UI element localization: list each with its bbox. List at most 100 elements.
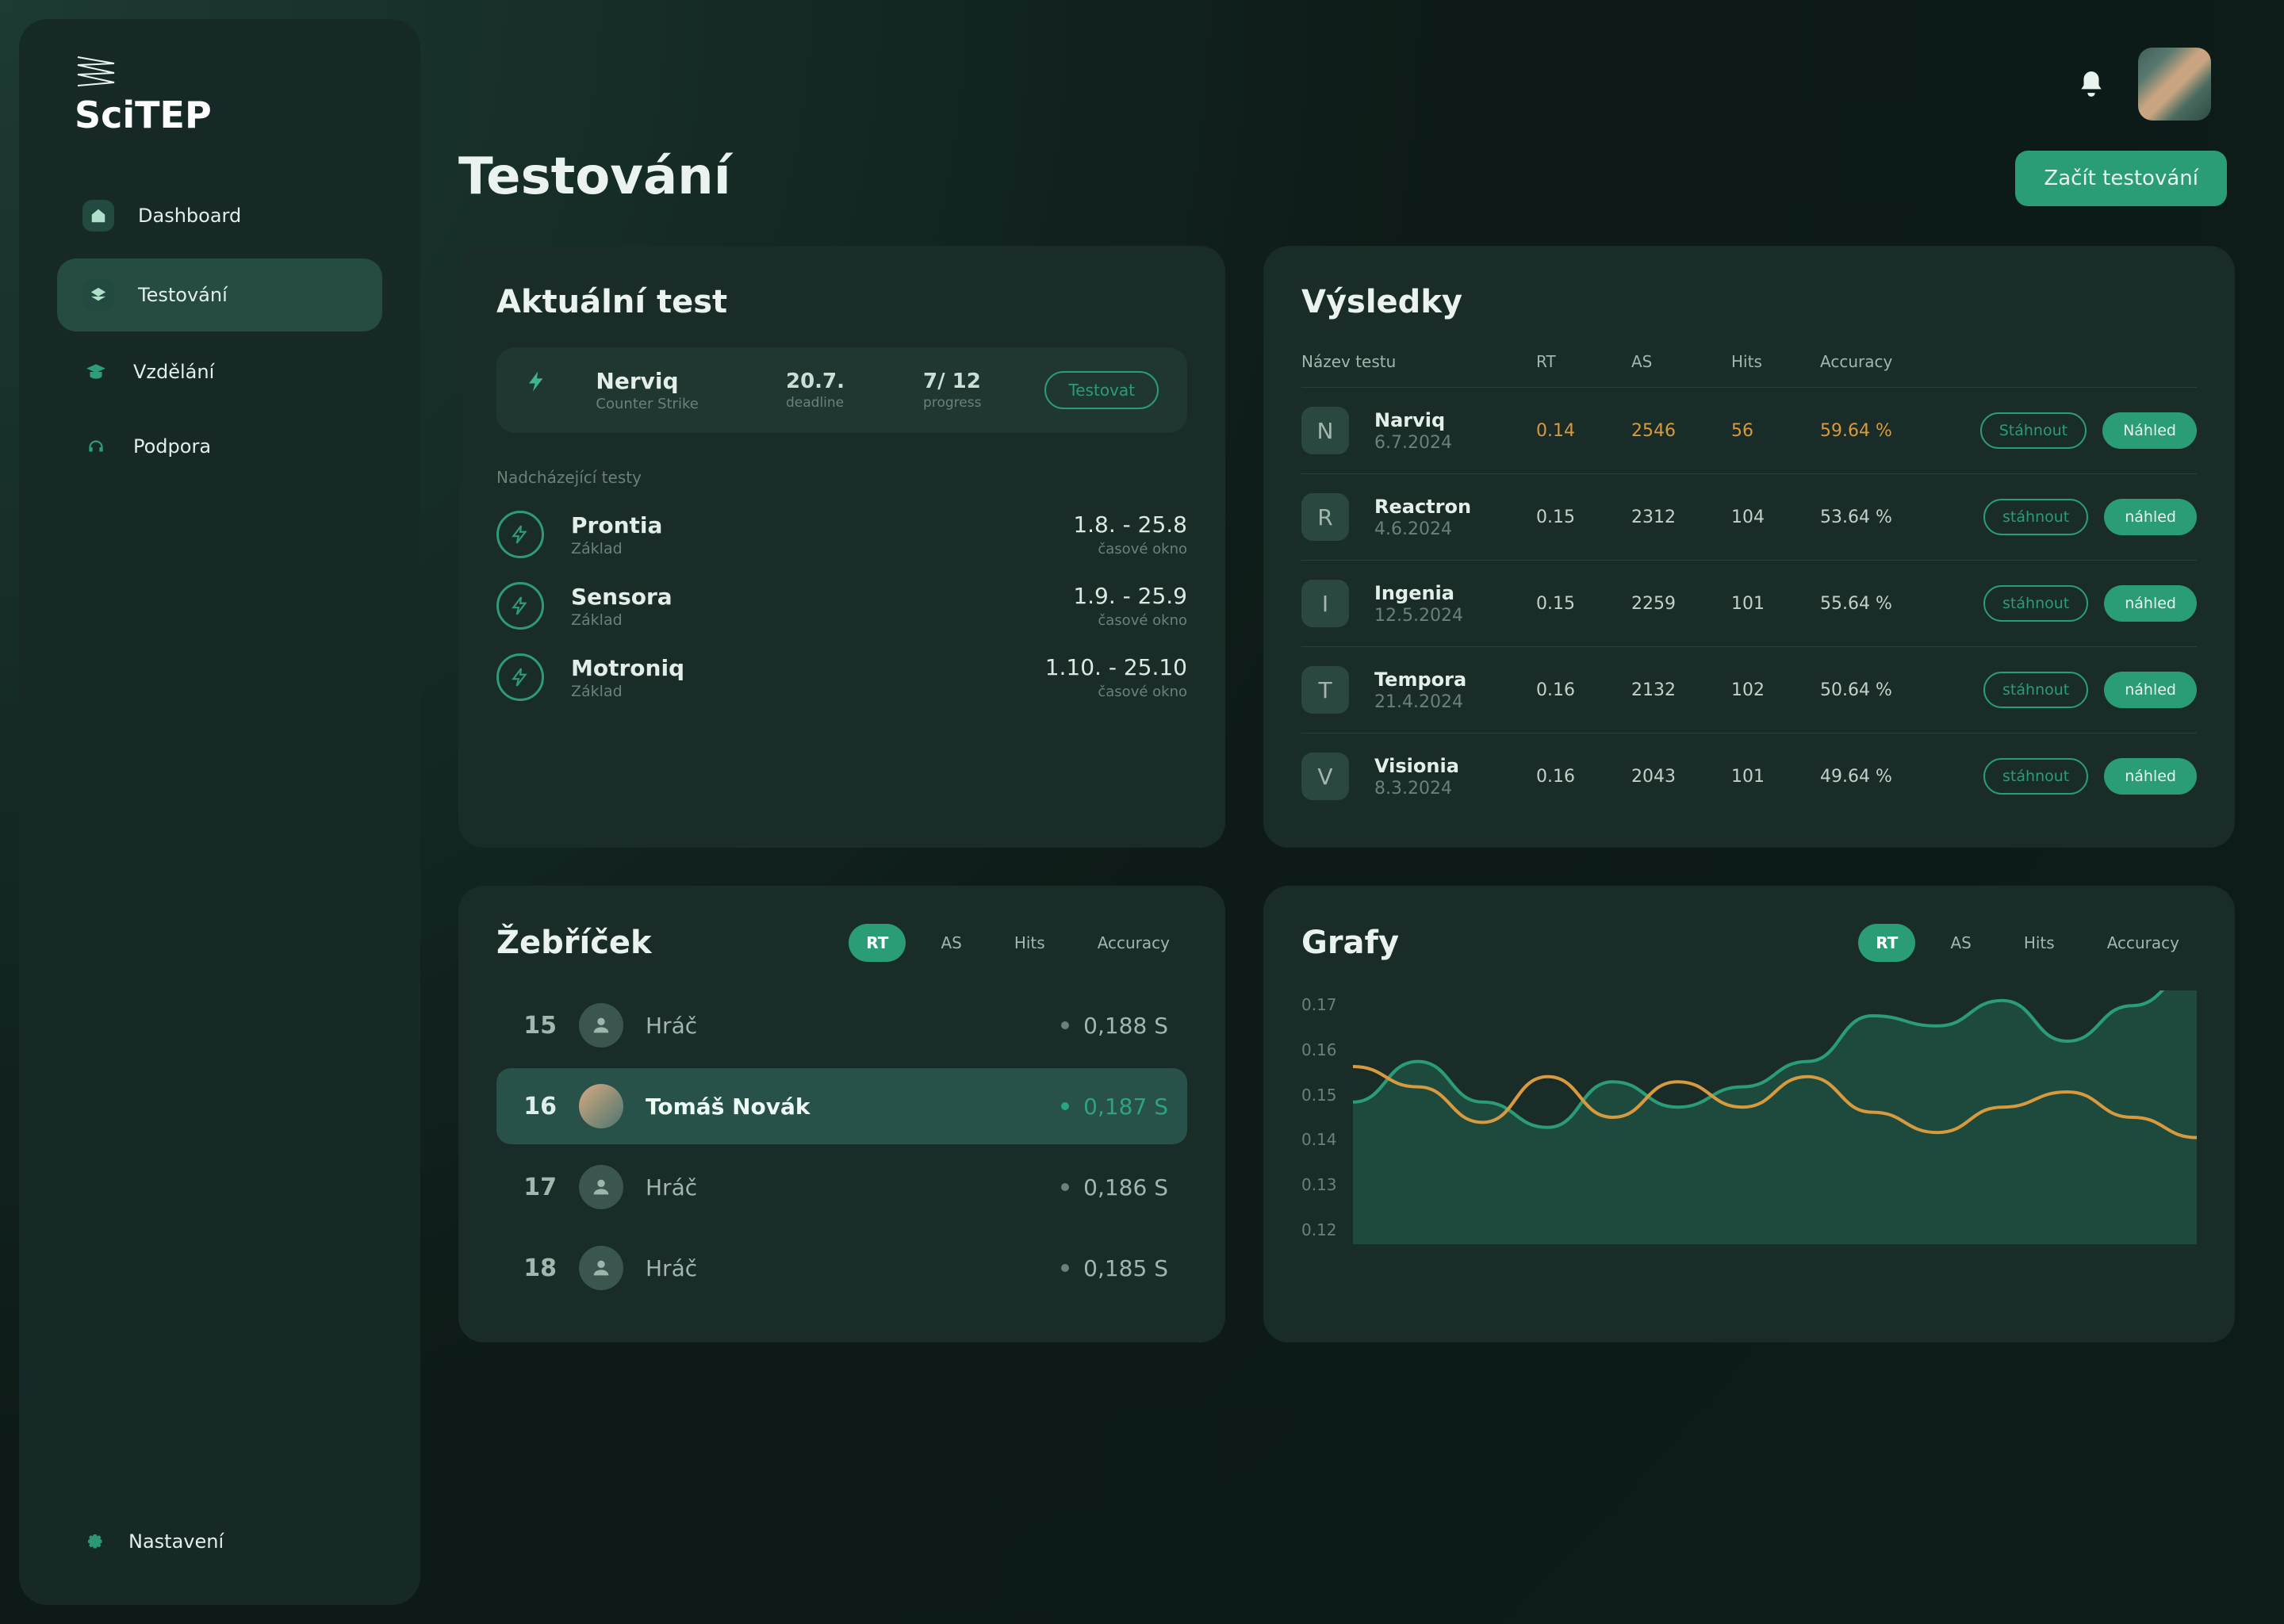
results-row: T Tempora 21.4.2024 0.16 2132 102 50.64 … — [1301, 646, 2197, 733]
nav-label: Testování — [138, 284, 228, 306]
upcoming-sub: Základ — [571, 683, 684, 700]
leaderboard-row[interactable]: 16 Tomáš Novák 0,187 S — [496, 1068, 1187, 1144]
player-score: 0,187 S — [1061, 1094, 1168, 1120]
nav-support[interactable]: Podpora — [57, 412, 382, 481]
logo: SciTEP — [75, 54, 382, 136]
filter-pill[interactable]: Accuracy — [1080, 924, 1187, 962]
player-score: 0,186 S — [1061, 1174, 1168, 1201]
y-tick: 0.15 — [1301, 1086, 1337, 1105]
result-acc: 53.64 % — [1820, 508, 1963, 527]
result-rt: 0.15 — [1536, 594, 1631, 614]
filter-pill[interactable]: RT — [849, 924, 906, 962]
upcoming-item[interactable]: Sensora Základ 1.9. - 25.9 časové okno — [496, 582, 1187, 630]
player-score: 0,185 S — [1061, 1255, 1168, 1281]
nav-label: Vzdělání — [133, 361, 214, 383]
result-acc: 49.64 % — [1820, 767, 1963, 787]
player-avatar — [579, 1246, 623, 1290]
result-acc: 59.64 % — [1820, 421, 1963, 441]
result-name: Narviq — [1374, 409, 1536, 431]
result-as: 2546 — [1631, 421, 1731, 441]
upcoming-range-label: časové okno — [1045, 684, 1187, 700]
results-header: Název testu RT AS Hits Accuracy — [1301, 352, 2197, 387]
dot-icon — [1061, 1102, 1069, 1110]
upcoming-range: 1.10. - 25.10 — [1045, 654, 1187, 680]
gear-icon — [82, 1529, 108, 1554]
filter-pill[interactable]: Hits — [2006, 924, 2072, 962]
y-axis: 0.170.160.150.140.130.12 — [1301, 990, 1337, 1244]
graphs-filters: RT AS Hits Accuracy — [1858, 924, 2197, 962]
preview-button[interactable]: náhled — [2104, 672, 2197, 708]
download-button[interactable]: stáhnout — [1983, 499, 2088, 535]
result-rt: 0.14 — [1536, 421, 1631, 441]
preview-button[interactable]: náhled — [2104, 758, 2197, 795]
col-name: Název testu — [1301, 352, 1536, 371]
headset-icon — [82, 433, 109, 460]
result-as: 2312 — [1631, 508, 1731, 527]
nav-testing[interactable]: Testování — [57, 259, 382, 331]
test-button[interactable]: Testovat — [1044, 371, 1159, 409]
nav-label: Podpora — [133, 435, 211, 458]
nav-education[interactable]: Vzdělání — [57, 338, 382, 406]
filter-pill[interactable]: AS — [923, 924, 979, 962]
download-button[interactable]: Stáhnout — [1980, 412, 2087, 449]
bell-icon[interactable] — [2076, 69, 2106, 99]
preview-button[interactable]: Náhled — [2102, 412, 2197, 449]
leaderboard-filters: RT AS Hits Accuracy — [849, 924, 1187, 962]
result-hits: 101 — [1731, 767, 1820, 787]
avatar[interactable] — [2138, 48, 2211, 121]
rank: 15 — [515, 1012, 557, 1040]
player-avatar — [579, 1165, 623, 1209]
results-row: V Visionia 8.3.2024 0.16 2043 101 49.64 … — [1301, 733, 2197, 819]
chart: 0.170.160.150.140.130.12 — [1301, 990, 2197, 1244]
deadline-value: 20.7. — [786, 370, 891, 393]
download-button[interactable]: stáhnout — [1983, 672, 2088, 708]
upcoming-item[interactable]: Prontia Základ 1.8. - 25.8 časové okno — [496, 511, 1187, 558]
nav-dashboard[interactable]: Dashboard — [57, 179, 382, 252]
avatar-image — [2138, 48, 2211, 121]
bolt-icon — [525, 370, 564, 411]
bolt-icon — [496, 511, 544, 558]
result-letter: I — [1301, 580, 1349, 627]
player-name: Hráč — [646, 1013, 1039, 1039]
preview-button[interactable]: náhled — [2104, 499, 2197, 535]
leaderboard-row[interactable]: 18 Hráč 0,185 S — [496, 1230, 1187, 1306]
result-rt: 0.16 — [1536, 767, 1631, 787]
current-test-subtitle: Counter Strike — [596, 396, 754, 412]
current-test-card: Aktuální test Nerviq Counter Strike 20.7… — [458, 246, 1225, 848]
logo-icon — [75, 54, 117, 89]
result-letter: R — [1301, 493, 1349, 541]
filter-pill[interactable]: Accuracy — [2090, 924, 2197, 962]
upcoming-item[interactable]: Motroniq Základ 1.10. - 25.10 časové okn… — [496, 653, 1187, 701]
leaderboard-row[interactable]: 17 Hráč 0,186 S — [496, 1149, 1187, 1225]
chart-svg — [1353, 990, 2197, 1244]
filter-pill[interactable]: Hits — [997, 924, 1063, 962]
result-letter: T — [1301, 666, 1349, 714]
player-avatar — [579, 1084, 623, 1128]
download-button[interactable]: stáhnout — [1983, 585, 2088, 622]
rank: 18 — [515, 1254, 557, 1282]
upcoming-sub: Základ — [571, 540, 662, 557]
upcoming-range: 1.9. - 25.9 — [1073, 583, 1187, 609]
result-as: 2132 — [1631, 680, 1731, 700]
filter-pill[interactable]: RT — [1858, 924, 1915, 962]
graphs-card: Grafy RTASHitsAccuracy 0.170.160.150.140… — [1263, 886, 2235, 1342]
result-date: 4.6.2024 — [1374, 519, 1536, 539]
preview-button[interactable]: náhled — [2104, 585, 2197, 622]
leaderboard-row[interactable]: 15 Hráč 0,188 S — [496, 987, 1187, 1063]
dot-icon — [1061, 1021, 1069, 1029]
rank: 16 — [515, 1093, 557, 1120]
result-name: Ingenia — [1374, 582, 1536, 604]
start-testing-button[interactable]: Začít testování — [2015, 151, 2227, 206]
result-name: Tempora — [1374, 668, 1536, 691]
current-test-row: Nerviq Counter Strike 20.7. deadline 7/ … — [496, 347, 1187, 433]
y-tick: 0.16 — [1301, 1040, 1337, 1059]
result-date: 6.7.2024 — [1374, 433, 1536, 453]
sidebar: SciTEP Dashboard Testování Vzdělání Podp… — [19, 19, 420, 1605]
current-test-name: Nerviq — [596, 368, 754, 394]
card-title: Žebříček — [496, 925, 652, 961]
nav-label: Dashboard — [138, 205, 241, 227]
download-button[interactable]: stáhnout — [1983, 758, 2088, 795]
nav-settings[interactable]: Nastavení — [57, 1510, 382, 1573]
chart-area — [1353, 990, 2197, 1244]
filter-pill[interactable]: AS — [1933, 924, 1988, 962]
